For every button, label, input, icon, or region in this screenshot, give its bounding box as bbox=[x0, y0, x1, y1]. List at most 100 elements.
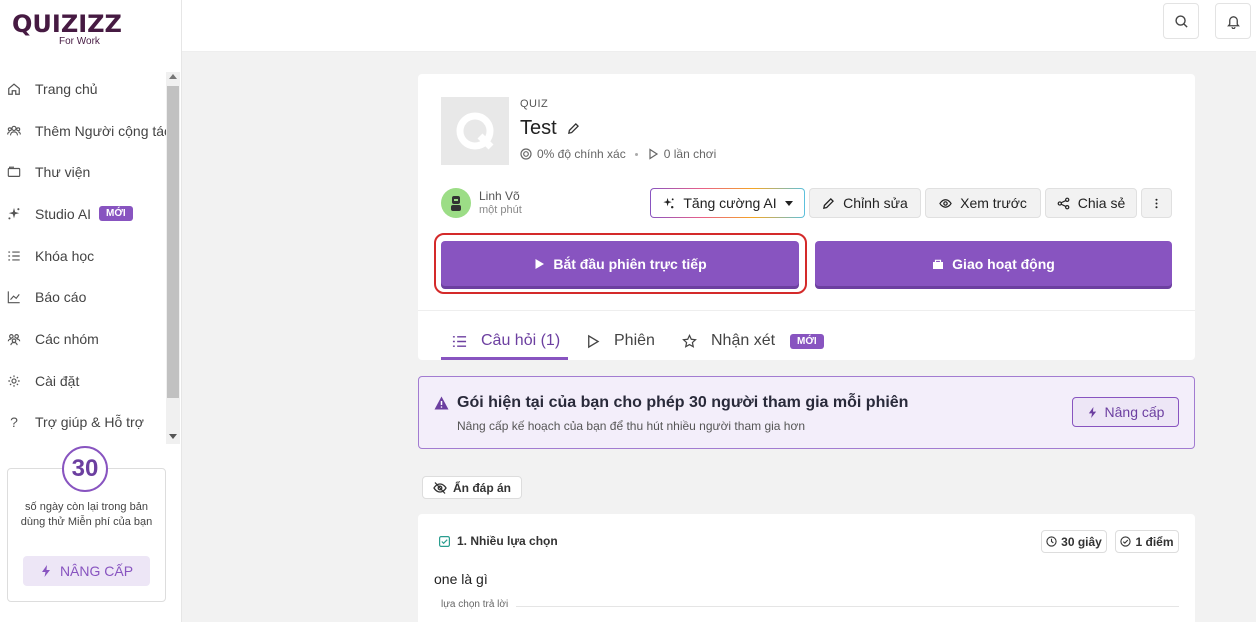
sidebar-item-groups[interactable]: Các nhóm bbox=[0, 318, 166, 360]
quiz-title-text: Test bbox=[520, 117, 557, 139]
star-icon bbox=[682, 333, 697, 348]
question-type: 1. Nhiều lựa chọn bbox=[439, 534, 558, 548]
share-label: Chia sẻ bbox=[1077, 195, 1126, 211]
sidebar-item-courses[interactable]: Khóa học bbox=[0, 235, 166, 277]
tab-sessions[interactable]: Phiên bbox=[585, 322, 655, 360]
eye-off-icon bbox=[433, 481, 447, 494]
trial-days-counter: 30 bbox=[62, 446, 108, 492]
accuracy-icon bbox=[520, 148, 532, 160]
sidebar-item-label: Báo cáo bbox=[35, 289, 87, 306]
check-circle-icon bbox=[1120, 536, 1132, 547]
trial-upgrade-button[interactable]: NÂNG CẤP bbox=[23, 556, 150, 586]
tab-questions[interactable]: Câu hỏi (1) bbox=[452, 322, 560, 360]
sparkle-icon bbox=[7, 207, 21, 221]
pencil-icon bbox=[823, 197, 835, 209]
lightning-icon bbox=[41, 565, 50, 577]
sidebar-item-label: Studio AI bbox=[35, 205, 92, 222]
edit-button[interactable]: Chỉnh sửa bbox=[809, 188, 921, 218]
quiz-logo-icon bbox=[456, 112, 494, 150]
sidebar-item-label: Thêm Người cộng tác bbox=[35, 122, 172, 139]
sidebar-scroll-thumb[interactable] bbox=[167, 86, 179, 398]
clock-icon bbox=[1046, 536, 1057, 547]
home-icon bbox=[7, 82, 21, 96]
more-options-button[interactable] bbox=[1141, 188, 1172, 218]
author-time: một phút bbox=[479, 204, 522, 216]
chevron-down-icon bbox=[784, 200, 793, 206]
gear-icon bbox=[7, 374, 21, 388]
question-time: 30 giây bbox=[1061, 534, 1102, 549]
lightning-icon bbox=[1088, 406, 1096, 418]
eye-icon bbox=[939, 198, 952, 208]
sidebar-item-label: Trang chủ bbox=[35, 80, 98, 97]
notifications-button[interactable] bbox=[1215, 3, 1251, 39]
question-type-label: 1. Nhiều lựa chọn bbox=[457, 534, 558, 548]
tabs-divider bbox=[418, 310, 1195, 311]
sidebar-nav: Trang chủ Thêm Người cộng tác Thư viện S… bbox=[0, 68, 171, 444]
hide-answers-button[interactable]: Ẩn đáp án bbox=[422, 476, 522, 499]
assign-label: Giao hoạt động bbox=[952, 255, 1055, 272]
answer-divider bbox=[516, 606, 1179, 607]
sidebar-item-library[interactable]: Thư viện bbox=[0, 151, 166, 193]
assign-icon bbox=[933, 259, 944, 269]
quizizz-logo[interactable]: QUIZIZZ For Work bbox=[12, 10, 132, 50]
hide-answers-label: Ẩn đáp án bbox=[452, 480, 511, 495]
play-icon bbox=[649, 148, 658, 160]
edit-label: Chỉnh sửa bbox=[843, 195, 908, 211]
quiz-stats: 0% độ chính xác 0 lần chơi bbox=[520, 147, 716, 161]
share-icon bbox=[1057, 197, 1070, 209]
scroll-down-arrow-icon[interactable] bbox=[169, 434, 177, 439]
tab-sessions-label: Phiên bbox=[614, 332, 655, 349]
users-icon bbox=[7, 124, 21, 138]
search-button[interactable] bbox=[1163, 3, 1199, 39]
sidebar: QUIZIZZ For Work Trang chủ Thêm Người cộ… bbox=[0, 0, 182, 622]
ai-enhance-button[interactable]: Tăng cường AI bbox=[650, 188, 805, 218]
list-icon bbox=[452, 335, 467, 347]
author-name: Linh Võ bbox=[479, 189, 520, 203]
separator-dot bbox=[634, 152, 638, 156]
warning-icon bbox=[434, 396, 449, 410]
tab-reviews-label: Nhận xét bbox=[711, 332, 776, 349]
avatar[interactable] bbox=[441, 188, 471, 218]
pencil-icon[interactable] bbox=[567, 122, 580, 135]
question-text: one là gì bbox=[434, 571, 488, 587]
search-icon bbox=[1174, 14, 1188, 28]
help-icon: ? bbox=[10, 414, 18, 431]
list-icon bbox=[7, 249, 21, 263]
highlight-annotation bbox=[434, 233, 807, 294]
sidebar-item-label: Trợ giúp & Hỗ trợ bbox=[35, 414, 144, 431]
more-vertical-icon bbox=[1155, 198, 1158, 208]
sidebar-item-label: Thư viện bbox=[35, 164, 91, 181]
sidebar-item-home[interactable]: Trang chủ bbox=[0, 68, 166, 110]
sparkle-icon bbox=[663, 197, 674, 208]
quiz-thumbnail bbox=[441, 97, 509, 165]
tab-reviews[interactable]: Nhận xét MỚI bbox=[682, 322, 824, 360]
share-button[interactable]: Chia sẻ bbox=[1045, 188, 1137, 218]
avatar-figure-icon bbox=[451, 196, 461, 211]
accuracy-text: 0% độ chính xác bbox=[537, 147, 626, 161]
new-badge: MỚI bbox=[790, 333, 824, 349]
scroll-up-arrow-icon[interactable] bbox=[169, 74, 177, 79]
sidebar-item-reports[interactable]: Báo cáo bbox=[0, 276, 166, 318]
banner-subtitle: Nâng cấp kế hoạch của bạn để thu hút nhi… bbox=[457, 419, 806, 433]
active-tab-indicator bbox=[441, 357, 568, 360]
logo-sub: For Work bbox=[59, 36, 100, 47]
quiz-type-label: QUIZ bbox=[520, 98, 549, 110]
top-bar bbox=[182, 0, 1256, 52]
sidebar-item-studio-ai[interactable]: Studio AI MỚI bbox=[0, 193, 166, 235]
play-outline-icon bbox=[588, 334, 600, 348]
new-badge: MỚI bbox=[99, 206, 133, 222]
sidebar-item-help[interactable]: ? Trợ giúp & Hỗ trợ bbox=[0, 402, 166, 444]
upgrade-button[interactable]: Nâng cấp bbox=[1072, 397, 1179, 427]
upgrade-label: Nâng cấp bbox=[1104, 404, 1165, 420]
bell-icon bbox=[1226, 15, 1240, 29]
preview-button[interactable]: Xem trước bbox=[925, 188, 1041, 218]
sidebar-item-settings[interactable]: Cài đặt bbox=[0, 360, 166, 402]
quiz-title: Test bbox=[520, 117, 580, 140]
question-points-pill[interactable]: 1 điểm bbox=[1115, 530, 1179, 553]
question-time-pill[interactable]: 30 giây bbox=[1041, 530, 1107, 553]
question-points: 1 điểm bbox=[1135, 534, 1174, 549]
trial-upgrade-label: NÂNG CẤP bbox=[59, 563, 134, 579]
chart-icon bbox=[7, 290, 21, 304]
sidebar-item-collaborators[interactable]: Thêm Người cộng tác bbox=[0, 110, 171, 152]
assign-activity-button[interactable]: Giao hoạt động bbox=[815, 241, 1172, 286]
